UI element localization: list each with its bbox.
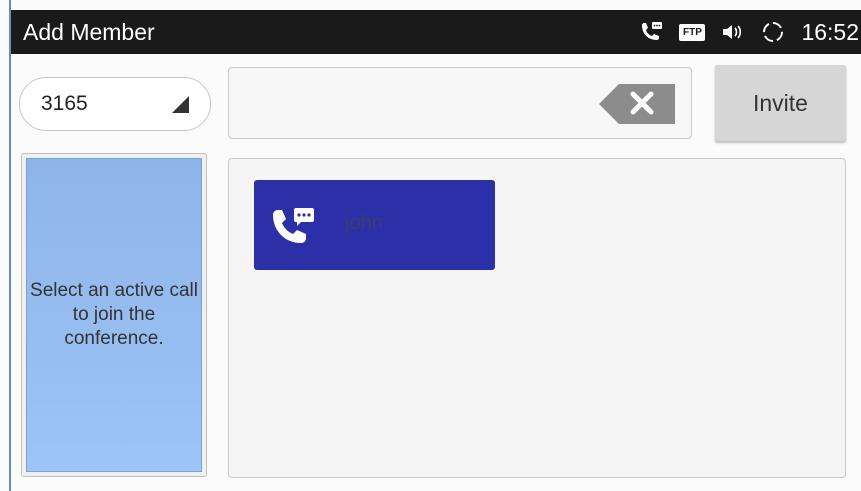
status-icons: FTP 16:52 xyxy=(639,10,861,54)
ftp-icon: FTP xyxy=(679,23,706,41)
ftp-badge: FTP xyxy=(679,23,706,41)
volume-icon xyxy=(721,22,745,42)
calls-panel: john xyxy=(228,158,846,478)
dropdown-arrow-icon xyxy=(170,94,190,119)
active-call-panel[interactable]: Select an active call to join the confer… xyxy=(21,153,207,477)
active-call-hint: Select an active call to join the confer… xyxy=(30,280,198,349)
call-message-icon xyxy=(270,207,316,252)
backspace-clear-button[interactable] xyxy=(597,82,677,126)
call-message-icon xyxy=(639,21,663,43)
account-select[interactable]: 3165 xyxy=(19,77,211,131)
status-bar: Add Member FTP 16:52 xyxy=(11,10,861,54)
invite-button[interactable]: Invite xyxy=(715,65,846,141)
clock: 16:52 xyxy=(801,18,859,45)
sync-icon xyxy=(761,20,785,44)
number-input[interactable] xyxy=(241,80,585,128)
active-call-slot[interactable]: Select an active call to join the confer… xyxy=(26,158,202,472)
account-select-value: 3165 xyxy=(41,92,88,115)
call-card-john[interactable]: john xyxy=(254,180,495,270)
call-card-name: john xyxy=(345,212,383,234)
screen: Add Member FTP 16:52 3165 Invite Select … xyxy=(0,0,861,491)
backspace-icon xyxy=(599,84,675,124)
left-accent-border xyxy=(9,0,11,491)
app-title: Add Member xyxy=(23,19,155,45)
number-input-field[interactable] xyxy=(228,67,692,139)
